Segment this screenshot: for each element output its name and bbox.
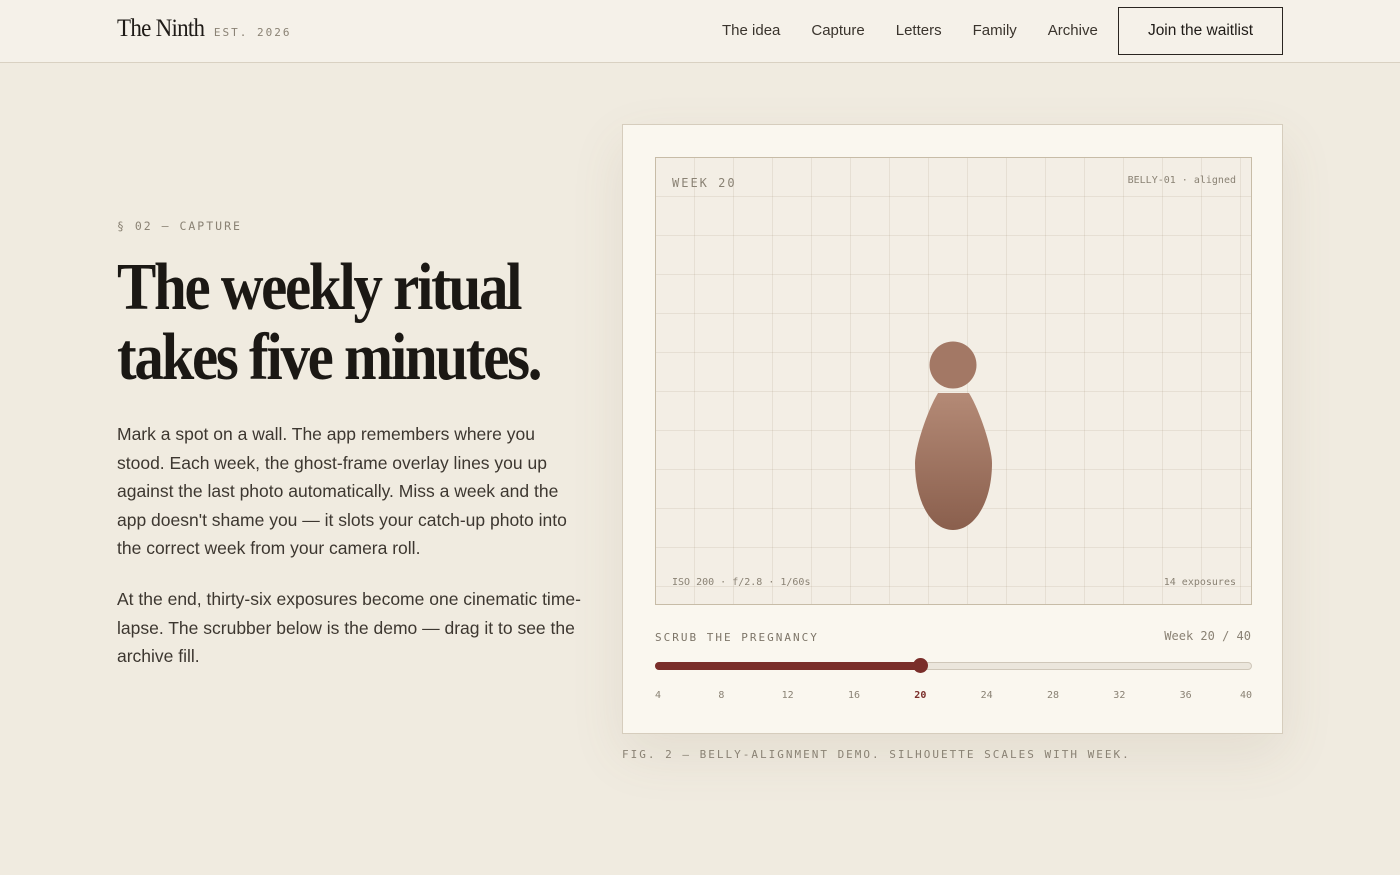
week-tick-16: 16 — [847, 690, 861, 701]
silhouette-head — [929, 341, 977, 389]
nav-link-family[interactable]: Family — [973, 22, 1017, 39]
week-tick-40: 40 — [1239, 690, 1252, 701]
intro-paragraph: Mark a spot on a wall. The app remembers… — [117, 424, 567, 559]
scrubber-week-readout: Week 20 / 40 — [1164, 629, 1251, 643]
headline-line-2: takes five minutes. — [117, 320, 543, 394]
brand-name[interactable]: The Ninth — [117, 15, 205, 43]
brand-established: EST. 2026 — [213, 26, 292, 39]
week-tick-12: 12 — [781, 690, 794, 701]
main-nav: The idea Capture Letters Family Archive — [722, 22, 1129, 39]
week-scrubber-track[interactable] — [655, 662, 1252, 670]
camera-viewfinder: WEEK 20 BELLY-01 · aligned ISO 200 · f/2… — [655, 157, 1252, 605]
nav-link-letters[interactable]: Letters — [896, 22, 942, 39]
headline-line-1: The weekly ritual — [117, 250, 523, 324]
week-scrubber-handle[interactable] — [912, 658, 928, 673]
nav-link-capture[interactable]: Capture — [811, 22, 864, 39]
week-tick-32: 32 — [1113, 690, 1126, 701]
camera-settings: ISO 200 · f/2.8 · 1/60s — [672, 577, 811, 588]
nav-link-idea[interactable]: The idea — [722, 22, 780, 39]
exposure-count: 14 exposures — [1163, 577, 1236, 588]
nav-link-archive[interactable]: Archive — [1048, 22, 1098, 39]
belly-silhouette — [915, 341, 992, 530]
week-scrubber-fill — [655, 662, 921, 670]
week-tick-24: 24 — [980, 690, 993, 701]
week-tick-labels: 4 8 12 16 20 24 28 32 36 40 — [655, 690, 1252, 704]
hero-headline: The weekly ritual takes five minutes. — [117, 252, 597, 392]
brand[interactable]: The Ninth EST. 2026 — [117, 15, 291, 43]
demo-card: WEEK 20 BELLY-01 · aligned ISO 200 · f/2… — [622, 124, 1283, 734]
site-header: The Ninth EST. 2026 The idea Capture Let… — [0, 0, 1400, 63]
figure-caption: FIG. 2 — BELLY-ALIGNMENT DEMO. SILHOUETT… — [622, 748, 1131, 761]
section-eyebrow: § 02 — CAPTURE — [117, 219, 242, 233]
demo-paragraph: At the end, thirty-six exposures become … — [117, 589, 581, 667]
silhouette-body — [915, 393, 992, 530]
scrubber-label: SCRUB THE PREGNANCY — [655, 631, 819, 644]
week-tick-28: 28 — [1046, 690, 1060, 701]
week-tick-8: 8 — [718, 690, 725, 701]
week-tick-4: 4 — [655, 690, 662, 701]
week-tick-20: 20 — [914, 690, 927, 701]
week-tick-36: 36 — [1179, 690, 1192, 701]
join-waitlist-button[interactable]: Join the waitlist — [1118, 7, 1283, 55]
